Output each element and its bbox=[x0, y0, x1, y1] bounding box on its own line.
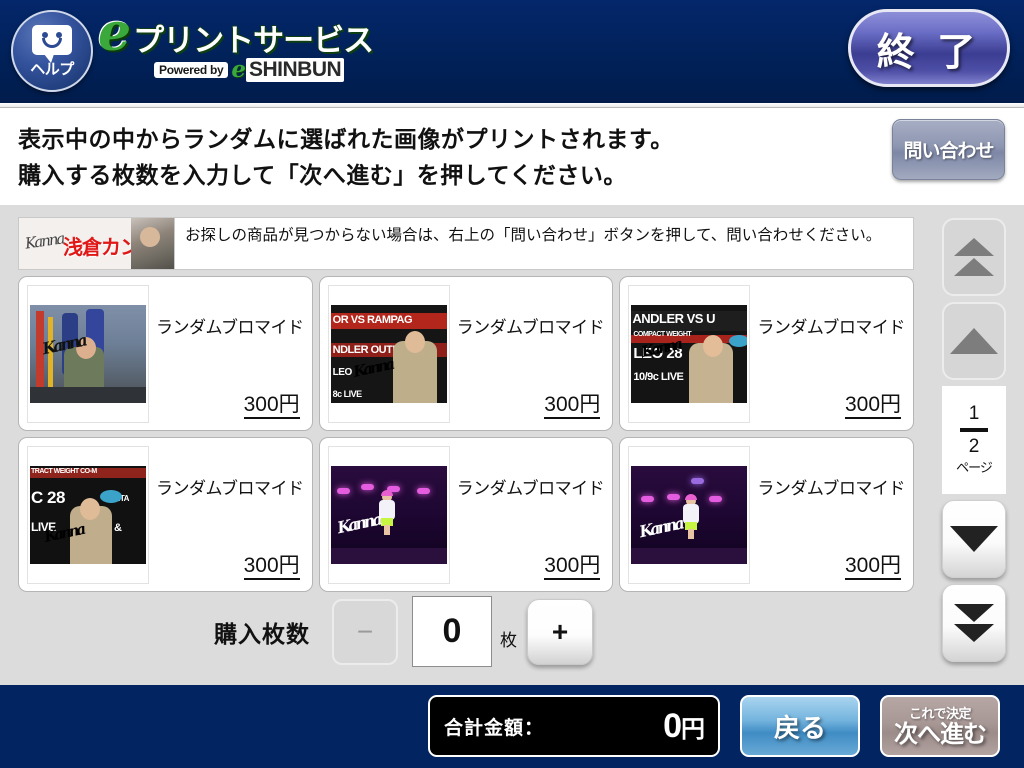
powered-by-label: Powered by bbox=[154, 61, 229, 78]
product-price: 300円 bbox=[844, 393, 902, 419]
main-content: Kanna 浅倉カンナ お探しの商品が見つからない場合は、右上の「問い合わせ」ボ… bbox=[0, 205, 1024, 685]
product-title: ランダムブロマイド bbox=[156, 318, 304, 337]
photo-signature-icon: Kanna bbox=[351, 355, 394, 381]
first-page-button[interactable] bbox=[942, 218, 1006, 296]
next-button-sublabel: これで決定 bbox=[908, 706, 972, 722]
footer-bar: 合計金額： 0円 戻る これで決定 次へ進む bbox=[0, 685, 1024, 768]
photo-signature-icon: Kanna bbox=[637, 513, 684, 542]
product-thumbnail: ANDLER VS U COMPACT WEIGHT LEO 28 10/9c … bbox=[628, 285, 751, 423]
quantity-unit-label: 枚 bbox=[500, 631, 517, 650]
kiosk-screen: ヘルプ e プリントサービス Powered by e SHINBUN 終 了 … bbox=[0, 0, 1024, 768]
artist-banner-thumbnail: Kanna 浅倉カンナ bbox=[18, 217, 175, 270]
current-page-number: 1 bbox=[968, 403, 980, 424]
shinbun-label: SHINBUN bbox=[246, 57, 345, 82]
product-thumbnail: Kanna bbox=[628, 446, 751, 584]
exit-button-label: 終 了 bbox=[876, 31, 982, 74]
page-divider bbox=[960, 428, 988, 432]
total-amount-display: 合計金額： 0円 bbox=[428, 695, 720, 757]
product-title: ランダムブロマイド bbox=[156, 479, 304, 498]
quantity-selector: 購入枚数 − 0 枚 + bbox=[214, 596, 593, 667]
product-thumbnail: OR VS RAMPAG NDLER OUTLA LEO 8c LIVE Kan… bbox=[327, 285, 450, 423]
product-price: 300円 bbox=[243, 393, 300, 419]
header-bar: ヘルプ e プリントサービス Powered by e SHINBUN 終 了 bbox=[0, 0, 1024, 103]
up-arrow-icon bbox=[950, 328, 998, 354]
help-button[interactable]: ヘルプ bbox=[11, 10, 93, 92]
product-price: 300円 bbox=[243, 554, 300, 580]
minus-icon: − bbox=[356, 615, 374, 647]
notice-text: お探しの商品が見つからない場合は、右上の「問い合わせ」ボタンを押して、問い合わせ… bbox=[175, 217, 914, 270]
product-price: 300円 bbox=[544, 393, 601, 419]
total-amount-label: 合計金額： bbox=[444, 717, 545, 739]
instruction-line-1: 表示中の中からランダムに選ばれた画像がプリントされます。 bbox=[18, 126, 674, 152]
photo-signature-icon: Kanna bbox=[335, 509, 382, 538]
product-title: ランダムブロマイド bbox=[757, 479, 905, 498]
speech-bubble-icon bbox=[32, 25, 72, 63]
artist-signature: Kanna bbox=[23, 229, 65, 253]
quantity-label: 購入枚数 bbox=[214, 620, 310, 647]
next-button[interactable]: これで決定 次へ進む bbox=[880, 695, 1000, 757]
quantity-value[interactable]: 0 bbox=[412, 596, 492, 667]
prev-page-button[interactable] bbox=[942, 302, 1006, 380]
eprint-service-logo: e プリントサービス Powered by e SHINBUN bbox=[98, 2, 388, 88]
product-title: ランダムブロマイド bbox=[757, 318, 905, 337]
product-price: 300円 bbox=[544, 554, 601, 580]
instruction-text: 表示中の中からランダムに選ばれた画像がプリントされます。 購入する枚数を入力して… bbox=[18, 122, 674, 193]
product-card[interactable]: OR VS RAMPAG NDLER OUTLA LEO 8c LIVE Kan… bbox=[318, 276, 614, 431]
smiley-face-icon bbox=[38, 31, 66, 49]
total-amount-value: 0円 bbox=[663, 706, 705, 745]
shinbun-e-glyph: e bbox=[231, 56, 246, 83]
notice-banner: Kanna 浅倉カンナ お探しの商品が見つからない場合は、右上の「問い合わせ」ボ… bbox=[18, 217, 914, 270]
page-indicator: 1 2 ページ bbox=[942, 386, 1006, 494]
product-card[interactable]: Kanna ランダムブロマイド 300円 bbox=[318, 437, 614, 592]
pagination-controls: 1 2 ページ bbox=[942, 218, 1006, 668]
product-thumbnail: Kanna bbox=[327, 446, 450, 584]
down-arrow-icon bbox=[950, 526, 998, 552]
product-card[interactable]: ANDLER VS U COMPACT WEIGHT LEO 28 10/9c … bbox=[619, 276, 915, 431]
product-price: 300円 bbox=[844, 554, 902, 580]
artist-photo bbox=[131, 218, 174, 269]
product-thumbnail: TRACT WEIGHT CO-M C 28 SAITA LIVE & Kann… bbox=[27, 446, 149, 584]
product-grid: Kanna ランダムブロマイド 300円 OR VS RAMPAG NDLER … bbox=[18, 276, 915, 598]
product-card[interactable]: TRACT WEIGHT CO-M C 28 SAITA LIVE & Kann… bbox=[18, 437, 313, 592]
plus-icon: + bbox=[551, 615, 569, 647]
product-title: ランダムブロマイド bbox=[456, 318, 605, 337]
double-up-arrow-icon bbox=[954, 238, 994, 256]
product-card[interactable]: Kanna ランダムブロマイド 300円 bbox=[18, 276, 313, 431]
total-page-number: 2 bbox=[968, 436, 980, 457]
currency-label: 円 bbox=[681, 715, 705, 743]
quantity-increase-button[interactable]: + bbox=[527, 598, 593, 665]
logo-service-text: プリントサービス bbox=[133, 23, 374, 58]
back-button[interactable]: 戻る bbox=[740, 695, 860, 757]
inquiry-button-label: 問い合わせ bbox=[903, 141, 994, 162]
logo-e-glyph: e bbox=[98, 2, 132, 63]
next-page-button[interactable] bbox=[942, 500, 1006, 578]
back-button-label: 戻る bbox=[773, 712, 826, 743]
page-unit-label: ページ bbox=[956, 460, 993, 475]
instruction-line-2: 購入する枚数を入力して「次へ進む」を押してください。 bbox=[18, 161, 627, 188]
exit-button[interactable]: 終 了 bbox=[848, 9, 1010, 87]
quantity-decrease-button[interactable]: − bbox=[332, 598, 398, 665]
instruction-bar: 表示中の中からランダムに選ばれた画像がプリントされます。 購入する枚数を入力して… bbox=[0, 108, 1024, 205]
last-page-button[interactable] bbox=[942, 584, 1006, 662]
product-title: ランダムブロマイド bbox=[456, 479, 605, 498]
double-down-arrow-icon bbox=[954, 604, 994, 622]
next-button-label: 次へ進む bbox=[894, 721, 987, 749]
inquiry-button[interactable]: 問い合わせ bbox=[892, 119, 1005, 180]
product-row-1: Kanna ランダムブロマイド 300円 OR VS RAMPAG NDLER … bbox=[18, 276, 915, 431]
product-thumbnail: Kanna bbox=[27, 285, 149, 423]
product-card[interactable]: Kanna ランダムブロマイド 300円 bbox=[619, 437, 915, 592]
product-row-2: TRACT WEIGHT CO-M C 28 SAITA LIVE & Kann… bbox=[18, 437, 915, 592]
